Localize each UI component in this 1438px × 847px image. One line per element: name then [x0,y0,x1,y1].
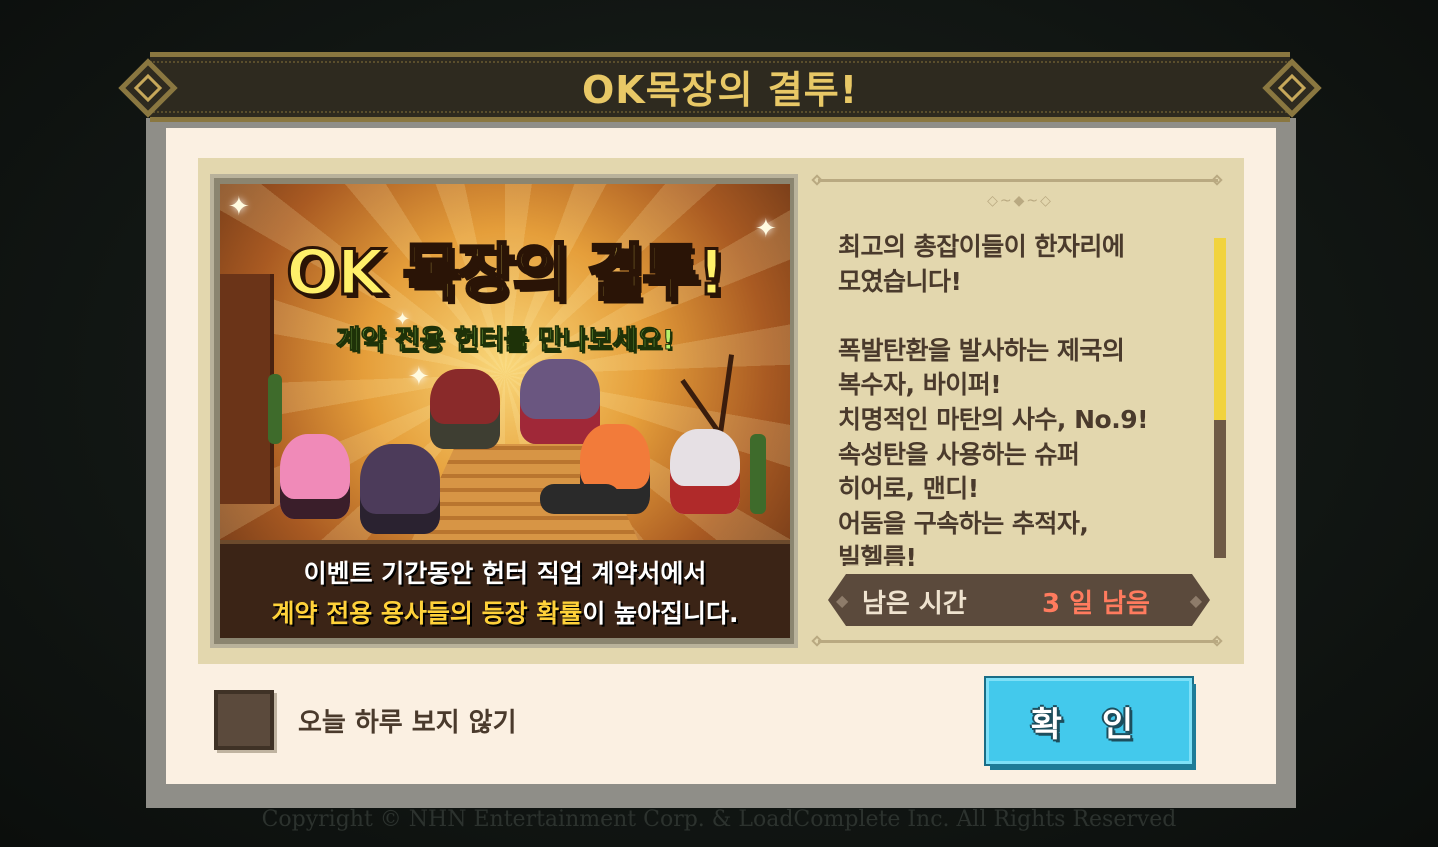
cannon-icon [540,484,620,514]
event-description: 최고의 총잡이들이 한자리에 모였습니다! 폭발탄환을 발사하는 제국의 복수자… [838,232,1149,566]
hunter-character [280,434,350,519]
banner-caption-rest: 이 높아집니다. [582,599,739,628]
hunter-character [360,444,440,534]
dont-show-today-checkbox[interactable] [214,690,274,750]
hunter-character [520,359,600,444]
banner-caption-line1: 이벤트 기간동안 헌터 직업 계약서에서 [303,559,707,588]
event-banner-image: ✦ ✦ ✦ ✦ OK 목장의 결투! 계약 전용 헌터를 만나보세요! 이벤트 … [220,184,790,638]
sparkle-icon: ✦ [228,192,250,222]
bottom-divider [818,640,1218,643]
copyright-notice: Copyright © NHN Entertainment Corp. & Lo… [261,807,1177,832]
banner-title: OK 목장의 결투! [285,235,727,311]
remaining-time-label: 남은 시간 [862,589,967,619]
dont-show-today-label[interactable]: 오늘 하루 보지 않기 [298,702,517,739]
dialog-title: OK목장의 결투! [581,68,859,112]
remaining-time-box: ◆ 남은 시간 3 일 남음 ◆ [828,574,1210,626]
top-divider [818,179,1218,182]
right-arrow-icon: ◆ [1189,591,1202,610]
cactus-icon [268,374,282,444]
banner-caption-line2: 계약 전용 용사들의 등장 확률이 높아집니다. [220,594,790,634]
remaining-time-value: 3 일 남음 [1042,589,1150,619]
hunter-character [430,369,500,449]
scrollbar-thumb[interactable] [1214,238,1226,421]
confirm-button[interactable]: 확 인 [986,678,1192,764]
hunter-character [670,429,740,514]
cactus-icon [750,434,766,514]
banner-caption-highlight: 계약 전용 용사들의 등장 확률 [271,599,583,628]
title-banner: OK목장의 결투! [110,50,1330,126]
banner-caption: 이벤트 기간동안 헌터 직업 계약서에서 계약 전용 용사들의 등장 확률이 높… [220,540,790,638]
sparkle-icon: ✦ [408,362,430,392]
ornament-icon: ◇~◆~◇ [987,193,1053,209]
banner-subtitle: 계약 전용 헌터를 만나보세요! [335,325,675,357]
description-scrollbar[interactable] [1214,238,1226,558]
left-arrow-icon: ◆ [836,591,849,610]
